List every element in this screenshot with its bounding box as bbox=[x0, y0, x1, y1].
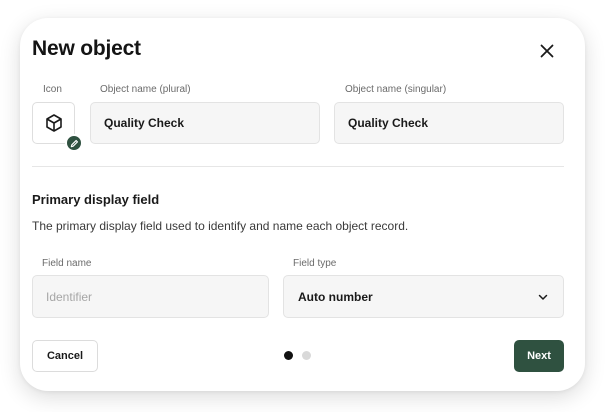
singular-name-label: Object name (singular) bbox=[345, 84, 447, 95]
next-button[interactable]: Next bbox=[514, 340, 564, 372]
icon-label: Icon bbox=[43, 84, 62, 95]
plural-name-input[interactable]: Quality Check bbox=[90, 102, 320, 144]
field-type-label: Field type bbox=[293, 258, 337, 269]
section-divider bbox=[32, 166, 564, 167]
new-object-dialog: New object Icon Object name (plural) Obj… bbox=[20, 18, 585, 391]
dialog-title: New object bbox=[32, 37, 141, 60]
close-button[interactable] bbox=[536, 40, 558, 62]
close-icon bbox=[540, 44, 554, 58]
edit-icon-button[interactable] bbox=[65, 134, 83, 152]
field-name-label: Field name bbox=[42, 258, 92, 269]
field-type-select[interactable]: Auto number bbox=[283, 275, 564, 318]
singular-name-input[interactable]: Quality Check bbox=[334, 102, 564, 144]
cancel-button[interactable]: Cancel bbox=[32, 340, 98, 372]
chevron-down-icon bbox=[538, 294, 548, 300]
field-name-input[interactable]: Identifier bbox=[32, 275, 269, 318]
step-indicator-1[interactable] bbox=[284, 351, 293, 360]
cube-icon bbox=[45, 114, 62, 132]
section-title: Primary display field bbox=[32, 192, 160, 207]
section-description: The primary display field used to identi… bbox=[32, 219, 409, 233]
field-type-value: Auto number bbox=[298, 289, 373, 304]
pencil-icon bbox=[70, 139, 78, 147]
step-indicator-2[interactable] bbox=[302, 351, 311, 360]
plural-name-label: Object name (plural) bbox=[100, 84, 191, 95]
